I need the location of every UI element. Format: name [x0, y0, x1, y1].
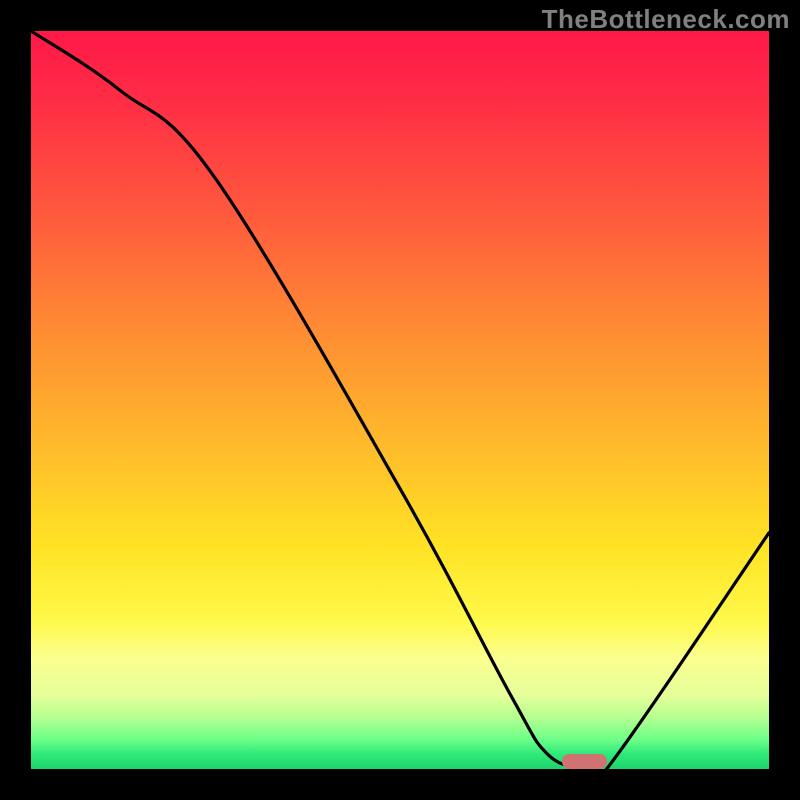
watermark-text: TheBottleneck.com	[542, 4, 790, 35]
plot-area	[31, 31, 769, 769]
chart-frame: TheBottleneck.com	[0, 0, 800, 800]
optimal-range-marker	[562, 754, 606, 769]
bottleneck-curve	[31, 31, 769, 769]
curve-path	[31, 31, 769, 769]
